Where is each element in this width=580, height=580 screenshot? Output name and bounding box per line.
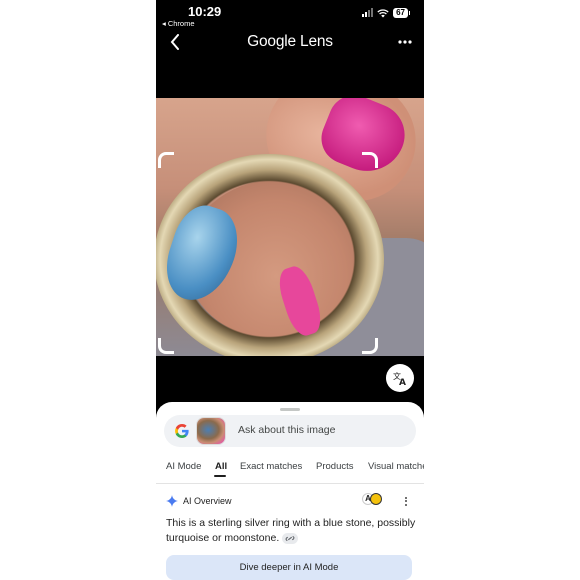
status-time: 10:29 — [188, 4, 222, 19]
image-thumbnail[interactable] — [196, 417, 226, 445]
dive-deeper-button[interactable]: Dive deeper in AI Mode — [166, 555, 412, 580]
battery-indicator: 67 — [393, 8, 410, 18]
ai-overview-more-button[interactable] — [402, 494, 410, 508]
ai-overview-header: AI Overview — [166, 494, 232, 508]
svg-text:A: A — [399, 378, 406, 386]
translate-button[interactable]: 文 A — [386, 364, 414, 392]
phone-screen: 10:29 ◂ Chrome 67 Google Lens 文 A Ask ab… — [156, 0, 424, 580]
tab-all[interactable]: All — [215, 461, 227, 472]
tab-exact-matches[interactable]: Exact matches — [240, 461, 302, 472]
sheet-drag-handle[interactable] — [280, 408, 300, 411]
source-avatars[interactable]: A — [362, 492, 384, 506]
results-sheet: Ask about this image AI Mode All Exact m… — [156, 402, 424, 580]
crop-handle-bottom-right[interactable] — [362, 338, 378, 354]
search-input[interactable]: Ask about this image — [164, 415, 416, 447]
more-vertical-icon — [405, 496, 407, 499]
link-icon[interactable] — [282, 532, 299, 544]
tab-visual-matches[interactable]: Visual matches — [368, 461, 424, 472]
crop-handle-top-left[interactable] — [158, 152, 174, 168]
captured-image[interactable] — [156, 98, 424, 356]
signal-icon — [362, 8, 374, 17]
google-g-icon — [175, 424, 189, 438]
app-title: Google Lens — [247, 33, 333, 50]
gemini-sparkle-icon — [166, 495, 178, 507]
source-avatar-icon — [370, 493, 382, 505]
tabs-divider — [156, 483, 424, 484]
status-icons: 67 — [362, 8, 410, 18]
crop-handle-top-right[interactable] — [362, 152, 378, 168]
ai-overview-text: This is a sterling silver ring with a bl… — [166, 516, 416, 546]
tab-products[interactable]: Products — [316, 461, 354, 472]
tab-ai-mode[interactable]: AI Mode — [166, 461, 201, 472]
more-options-button[interactable] — [396, 35, 414, 49]
more-horizontal-icon — [398, 40, 412, 44]
active-tab-indicator — [214, 475, 226, 477]
search-placeholder: Ask about this image — [238, 424, 336, 436]
translate-icon: 文 A — [393, 371, 406, 386]
wifi-icon — [377, 8, 389, 17]
ai-overview-label: AI Overview — [183, 496, 232, 506]
back-to-app-link[interactable]: ◂ Chrome — [162, 19, 195, 28]
crop-handle-bottom-left[interactable] — [158, 338, 174, 354]
results-tabs: AI Mode All Exact matches Products Visua… — [166, 461, 424, 477]
